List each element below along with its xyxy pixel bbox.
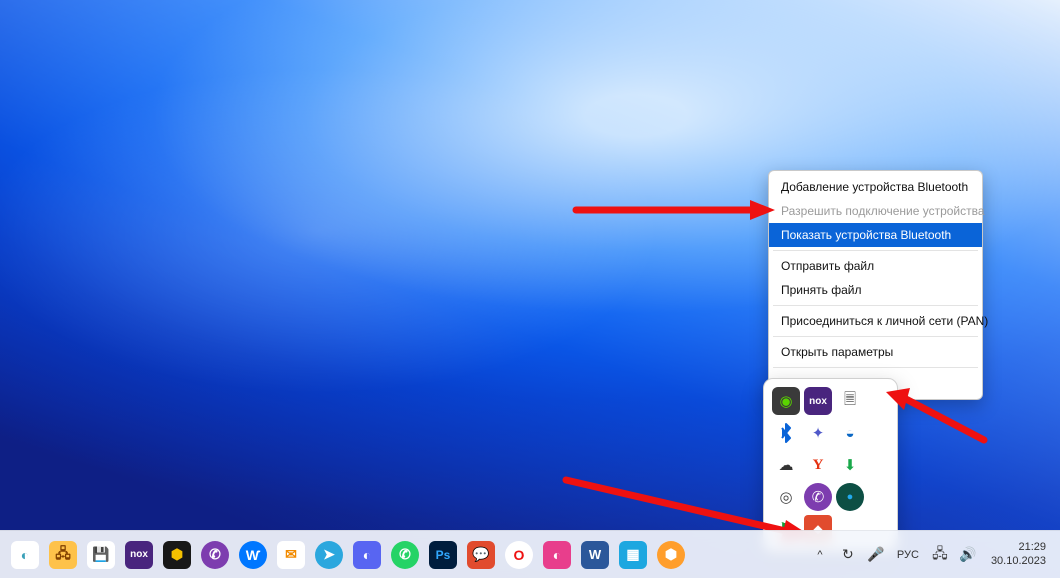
systray-mic-icon[interactable]: 🎤: [865, 544, 887, 566]
tray-security-icon[interactable]: ●: [836, 483, 864, 511]
tray-bubble-icon[interactable]: ◎: [772, 483, 800, 511]
taskbar-app-pink[interactable]: ◐: [540, 538, 574, 572]
systray-volume-icon[interactable]: 🔊: [957, 544, 979, 566]
language-indicator[interactable]: РУС: [893, 549, 923, 561]
taskbar: ◐🖧💾nox⬢✆Ⱳ✉➤◐✆Ps💬O◐W▦⬢ ^ ↻ 🎤 РУС 🖧 🔊 21:2…: [0, 530, 1060, 578]
tray-viber-icon[interactable]: ✆: [804, 483, 832, 511]
taskbar-app-app-3[interactable]: 💾: [84, 538, 118, 572]
systray-overflow-flyout: ◉ nox 🗏 ✦ ◒ ☁ Y ⬇ ◎ ✆ ● ⚑ ◆: [763, 378, 898, 552]
menu-item-allow-connection: Разрешить подключение устройства: [769, 199, 982, 223]
taskbar-app-mail[interactable]: ✉: [274, 538, 308, 572]
taskbar-app-word[interactable]: W: [578, 538, 612, 572]
menu-item-add-device[interactable]: Добавление устройства Bluetooth: [769, 175, 982, 199]
taskbar-app-vk[interactable]: Ⱳ: [236, 538, 270, 572]
taskbar-app-whatsapp[interactable]: ✆: [388, 538, 422, 572]
taskbar-app-discord[interactable]: ◐: [350, 538, 384, 572]
taskbar-pinned-apps: ◐🖧💾nox⬢✆Ⱳ✉➤◐✆Ps💬O◐W▦⬢: [8, 538, 688, 572]
systray-sync-icon[interactable]: ↻: [837, 544, 859, 566]
taskbar-app-opera[interactable]: O: [502, 538, 536, 572]
tray-edge-icon[interactable]: ◒: [836, 419, 864, 447]
tray-nox-icon[interactable]: nox: [804, 387, 832, 415]
tray-yandex-icon[interactable]: Y: [804, 451, 832, 479]
menu-item-open-settings[interactable]: Открыть параметры: [769, 340, 982, 364]
taskbar-app-viber[interactable]: ✆: [198, 538, 232, 572]
tray-teams-icon[interactable]: ✦: [804, 419, 832, 447]
taskbar-app-telegram[interactable]: ➤: [312, 538, 346, 572]
menu-separator: [773, 250, 978, 251]
taskbar-app-hex[interactable]: ⬢: [654, 538, 688, 572]
taskbar-right-cluster: ^ ↻ 🎤 РУС 🖧 🔊 21:29 30.10.2023: [809, 541, 1052, 569]
taskbar-app-photos[interactable]: ▦: [616, 538, 650, 572]
menu-item-receive-file[interactable]: Принять файл: [769, 278, 982, 302]
menu-item-show-devices[interactable]: Показать устройства Bluetooth: [769, 223, 982, 247]
clock-time: 21:29: [991, 541, 1046, 555]
taskbar-app-cube[interactable]: ⬢: [160, 538, 194, 572]
tray-torrent-icon[interactable]: ⬇: [836, 451, 864, 479]
taskbar-app-app-2[interactable]: 🖧: [46, 538, 80, 572]
systray-overflow-chevron[interactable]: ^: [809, 544, 831, 566]
taskbar-app-ps[interactable]: Ps: [426, 538, 460, 572]
menu-item-join-pan[interactable]: Присоединиться к личной сети (PAN): [769, 309, 982, 333]
tray-cloud-icon[interactable]: ☁: [772, 451, 800, 479]
taskbar-app-chat[interactable]: 💬: [464, 538, 498, 572]
annotation-arrow-1: [570, 190, 780, 230]
menu-separator: [773, 367, 978, 368]
taskbar-app-nox[interactable]: nox: [122, 538, 156, 572]
taskbar-clock[interactable]: 21:29 30.10.2023: [985, 541, 1052, 569]
menu-item-send-file[interactable]: Отправить файл: [769, 254, 982, 278]
tray-nvidia-icon[interactable]: ◉: [772, 387, 800, 415]
taskbar-app-app-1[interactable]: ◐: [8, 538, 42, 572]
menu-separator: [773, 336, 978, 337]
systray-network-icon[interactable]: 🖧: [929, 544, 951, 566]
tray-note-icon[interactable]: 🗏: [836, 387, 864, 415]
bluetooth-context-menu: Добавление устройства Bluetooth Разрешит…: [768, 170, 983, 400]
tray-bluetooth-icon[interactable]: [772, 419, 800, 447]
menu-separator: [773, 305, 978, 306]
clock-date: 30.10.2023: [991, 555, 1046, 569]
